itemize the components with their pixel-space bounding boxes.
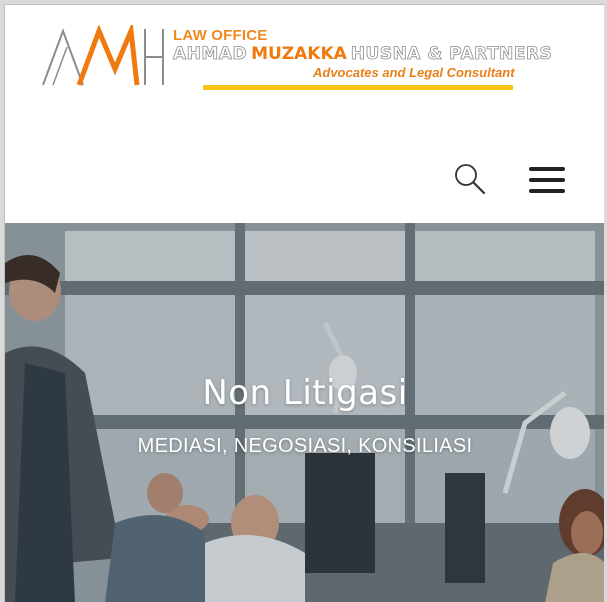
logo-name-first: AHMAD — [173, 44, 248, 65]
page-frame: LAW OFFICE AHMAD MUZAKKA HUSNA & PARTNERS … — [4, 4, 604, 602]
amh-monogram-logo — [42, 25, 164, 86]
logo-name-rest: HUSNA & PARTNERS — [350, 44, 553, 65]
hamburger-menu-icon-bar — [529, 189, 565, 193]
hero-banner: Non Litigasi MEDIASI, NEGOSIASI, KONSILI… — [5, 223, 604, 602]
hero-caption: Non Litigasi MEDIASI, NEGOSIASI, KONSILI… — [5, 373, 604, 458]
logo-law-office: LAW OFFICE — [173, 27, 268, 44]
logo-tagline: Advocates and Legal Consultant — [313, 65, 515, 80]
hero-title: Non Litigasi — [202, 373, 408, 413]
logo-name-bold: MUZAKKA — [251, 44, 347, 64]
hamburger-menu-icon-bar — [529, 178, 565, 182]
logo-underline-bar — [203, 85, 513, 90]
hamburger-menu-icon — [529, 167, 565, 171]
hero-subtitle: MEDIASI, NEGOSIASI, KONSILIASI — [137, 435, 473, 457]
logo-firm-name: AHMAD MUZAKKA HUSNA & PARTNERS — [173, 44, 553, 65]
site-header: LAW OFFICE AHMAD MUZAKKA HUSNA & PARTNERS … — [5, 5, 604, 223]
search-icon — [455, 164, 486, 195]
logo-wordmark: LAW OFFICE AHMAD MUZAKKA HUSNA & PARTNERS … — [173, 27, 563, 97]
site-logo[interactable]: LAW OFFICE AHMAD MUZAKKA HUSNA & PARTNERS … — [41, 25, 561, 105]
hamburger-menu-button[interactable] — [529, 165, 565, 197]
search-button[interactable] — [453, 162, 487, 196]
